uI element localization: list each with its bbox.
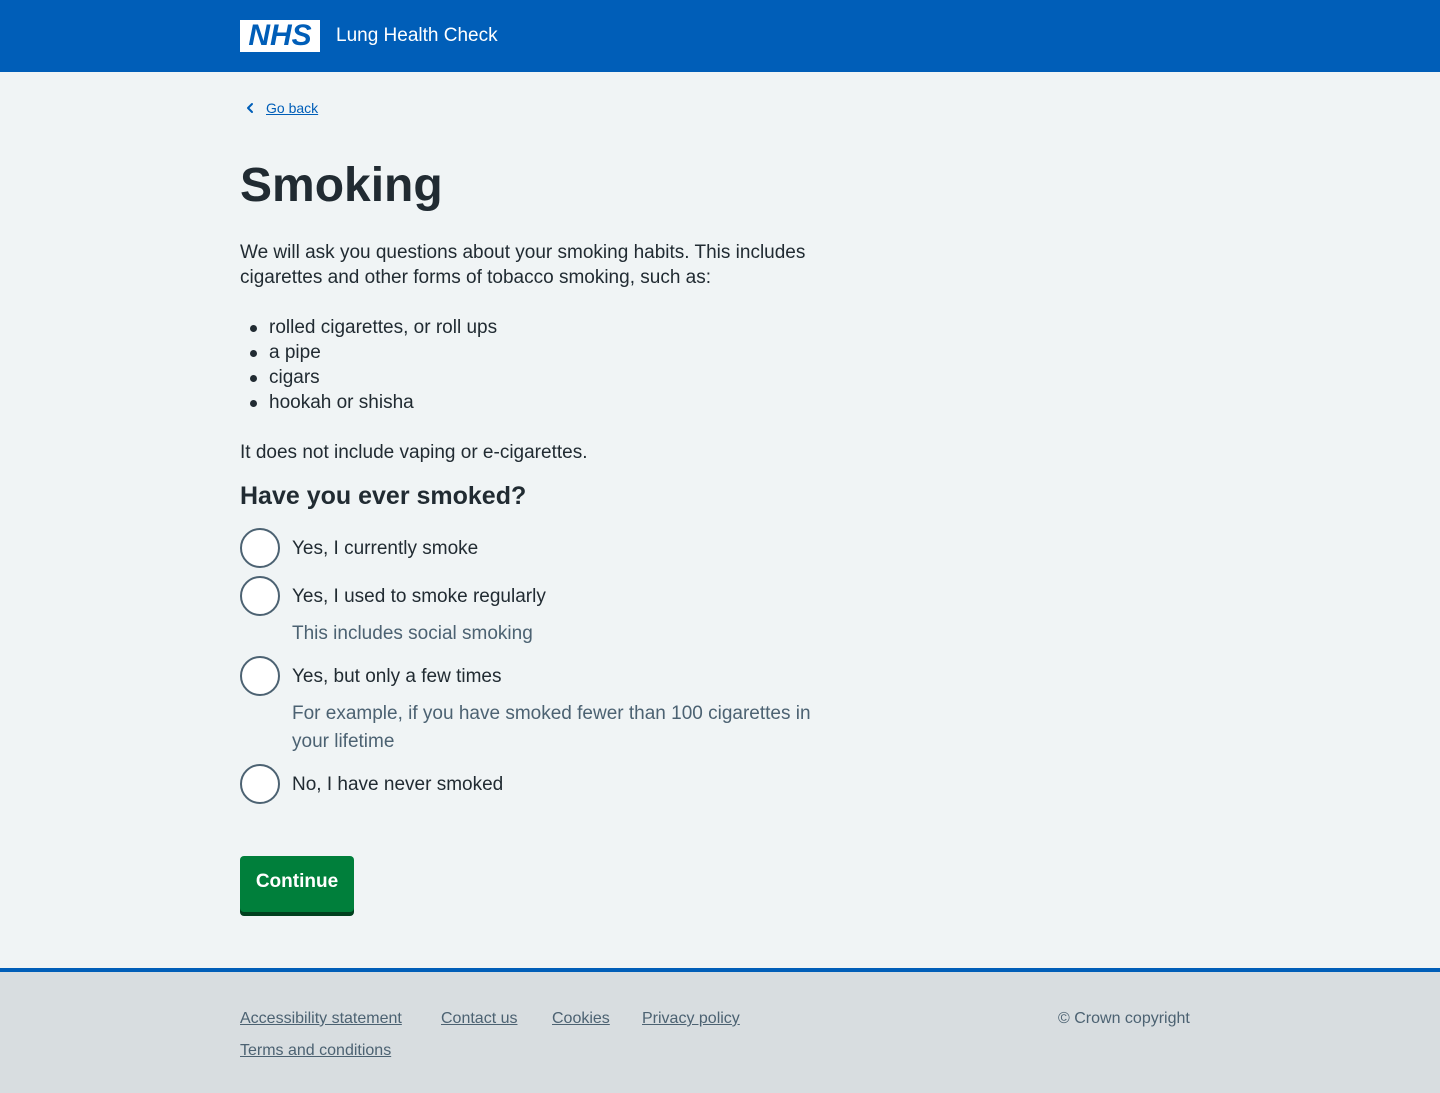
radio-label[interactable]: Yes, but only a few times (292, 664, 501, 689)
radio-circle[interactable] (240, 656, 280, 696)
radio-label[interactable]: Yes, I currently smoke (292, 536, 478, 561)
footer-link-cookies[interactable]: Cookies (552, 1008, 610, 1030)
site-header: NHS Lung Health Check (0, 0, 1440, 72)
tobacco-list: rolled cigarettes, or roll ups a pipe ci… (240, 315, 497, 415)
chevron-left-icon (247, 103, 253, 113)
radio-circle[interactable] (240, 528, 280, 568)
back-link[interactable]: Go back (240, 98, 318, 118)
copyright: © Crown copyright (1058, 1010, 1190, 1027)
radio-currently-smoke[interactable]: Yes, I currently smoke (240, 528, 880, 568)
radio-few-times[interactable]: Yes, but only a few times For example, i… (240, 656, 880, 756)
list-item: a pipe (240, 340, 497, 365)
footer-link-accessibility[interactable]: Accessibility statement (240, 1008, 402, 1030)
footer-link-privacy[interactable]: Privacy policy (642, 1008, 740, 1030)
footer-link-contact[interactable]: Contact us (441, 1008, 517, 1030)
service-name[interactable]: Lung Health Check (336, 24, 498, 48)
vaping-note: It does not include vaping or e-cigarett… (240, 442, 588, 463)
question-legend: Have you ever smoked? (240, 482, 527, 510)
nhs-logo-text: NHS (248, 19, 312, 52)
site-footer: Accessibility statement Contact us Cooki… (0, 968, 1440, 1093)
footer-link-terms[interactable]: Terms and conditions (240, 1040, 391, 1062)
radio-label[interactable]: Yes, I used to smoke regularly (292, 584, 546, 609)
page-title: Smoking (240, 159, 443, 212)
radio-hint: This includes social smoking (292, 623, 533, 644)
radio-circle[interactable] (240, 576, 280, 616)
list-item: hookah or shisha (240, 390, 497, 415)
nhs-logo[interactable]: NHS (240, 20, 320, 52)
list-item: cigars (240, 365, 497, 390)
radio-never-smoked[interactable]: No, I have never smoked (240, 764, 880, 804)
radio-used-to-smoke[interactable]: Yes, I used to smoke regularly This incl… (240, 576, 880, 648)
radio-hint: For example, if you have smoked fewer th… (292, 703, 811, 752)
radio-label[interactable]: No, I have never smoked (292, 772, 503, 797)
radio-circle[interactable] (240, 764, 280, 804)
intro-text: We will ask you questions about your smo… (240, 242, 806, 288)
back-link-label: Go back (266, 100, 319, 116)
list-item: rolled cigarettes, or roll ups (240, 315, 497, 340)
continue-button[interactable]: Continue (240, 856, 354, 912)
